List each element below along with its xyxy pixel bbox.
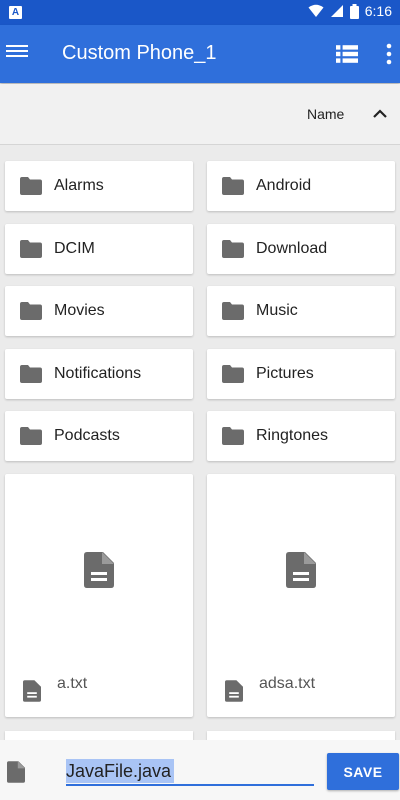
folder-icon [222,365,244,383]
file-name: a.txt [57,675,88,692]
save-button[interactable]: SAVE [327,753,399,790]
folder-icon [20,365,42,383]
folder-icon [20,302,42,320]
file-item-partial[interactable] [5,731,193,740]
file-grid: Alarms Android DCIM Download Movies Musi… [0,145,400,740]
folder-item[interactable]: Alarms [5,161,193,211]
folder-item[interactable]: Podcasts [5,411,193,461]
folder-icon [222,240,244,258]
folder-item[interactable]: Pictures [207,349,395,399]
status-bar: A 6:16 [0,0,400,25]
folder-item[interactable]: Notifications [5,349,193,399]
menu-icon[interactable] [6,42,28,66]
battery-icon [349,3,359,19]
filename-field[interactable] [66,758,314,786]
folder-label: Music [256,302,298,319]
status-time: 6:16 [364,3,392,19]
document-icon [84,552,114,588]
file-item-partial[interactable] [207,731,395,740]
folder-item[interactable]: Android [207,161,395,211]
list-view-icon[interactable] [336,44,358,64]
folder-item[interactable]: Ringtones [207,411,395,461]
chevron-up-icon[interactable] [372,106,388,122]
more-vert-icon[interactable] [382,43,396,65]
folder-item[interactable]: Download [207,224,395,274]
app-bar: Custom Phone_1 [0,25,400,83]
folder-label: Podcasts [54,427,120,444]
folder-icon [20,427,42,445]
folder-icon [20,177,42,195]
folder-label: Ringtones [256,427,329,444]
folder-label: Pictures [256,365,314,382]
folder-label: Download [256,240,328,257]
sort-by-name-label[interactable]: Name [307,106,344,122]
folder-icon [222,302,244,320]
wifi-icon [308,4,324,17]
document-icon [7,761,25,783]
folder-icon [20,240,42,258]
document-icon [23,680,41,702]
file-name: adsa.txt [259,675,316,692]
page-title: Custom Phone_1 [62,42,217,64]
document-icon [286,552,316,588]
app-notification-icon: A [9,6,22,19]
folder-label: Notifications [54,365,142,382]
folder-icon [222,427,244,445]
folder-icon [222,177,244,195]
document-icon [225,680,243,702]
file-item[interactable]: adsa.txt [207,474,395,717]
folder-label: Movies [54,302,105,319]
folder-label: DCIM [54,240,95,257]
signal-icon [330,5,343,17]
folder-item[interactable]: DCIM [5,224,193,274]
file-item[interactable]: a.txt [5,474,193,717]
sort-bar: Name [0,84,400,145]
folder-label: Alarms [54,177,104,194]
folder-item[interactable]: Music [207,286,395,336]
save-bar: SAVE [0,740,400,800]
folder-item[interactable]: Movies [5,286,193,336]
folder-label: Android [256,177,312,194]
